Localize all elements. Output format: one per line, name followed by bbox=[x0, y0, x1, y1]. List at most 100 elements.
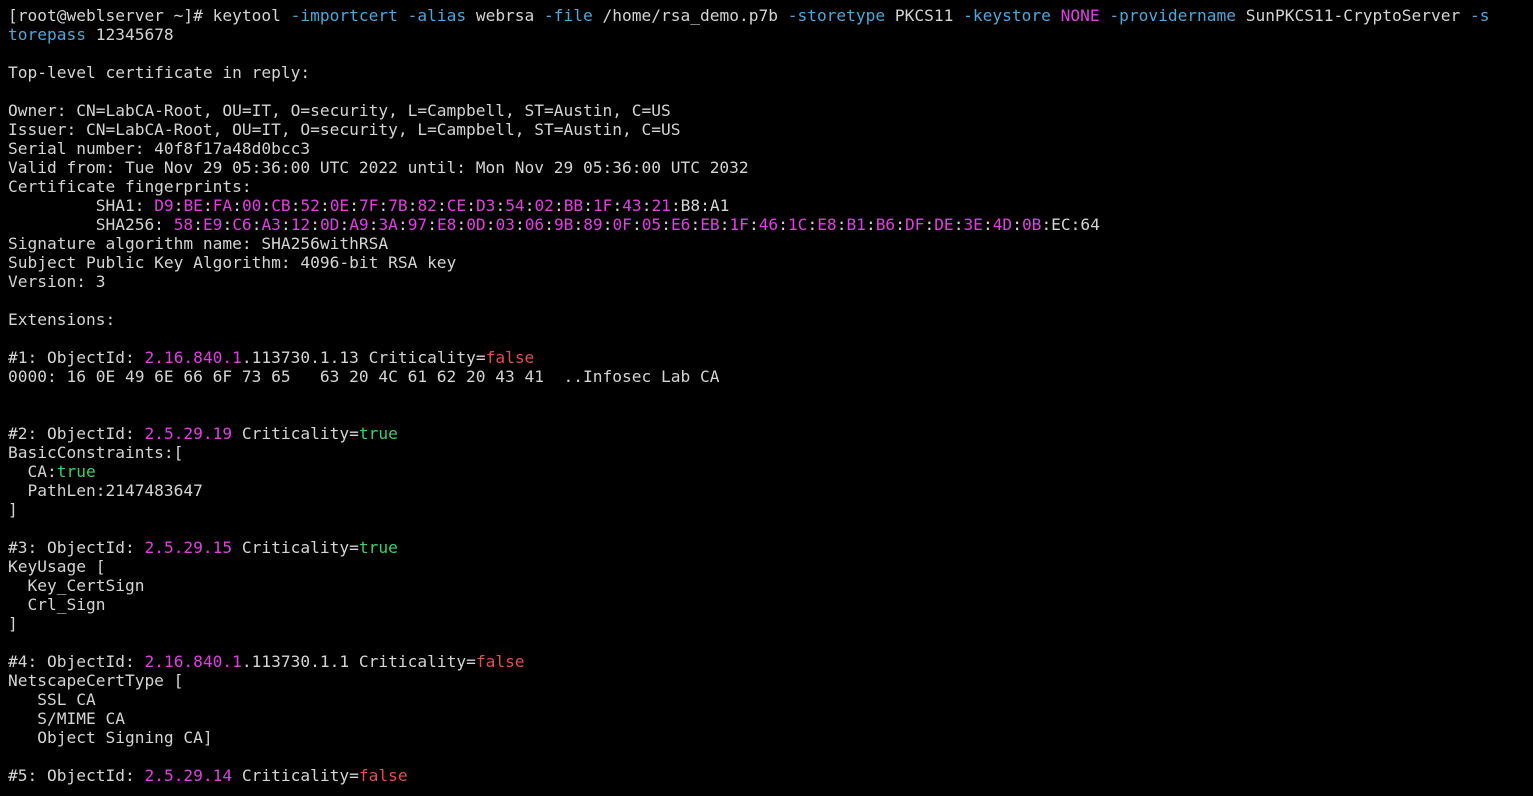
ext2-basic-constraints: BasicConstraints:[ bbox=[8, 443, 184, 462]
signature-algorithm-line: Signature algorithm name: SHA256withRSA bbox=[8, 234, 389, 253]
owner-line: Owner: CN=LabCA-Root, OU=IT, O=security,… bbox=[8, 101, 671, 120]
ext2-ca-line: CA:true bbox=[8, 462, 1533, 481]
sha1-byte: 00 bbox=[241, 196, 262, 215]
sha1-byte: BB bbox=[563, 196, 584, 215]
sha1-separator: : bbox=[261, 196, 272, 215]
ext4-prefix: #4: ObjectId: bbox=[8, 652, 145, 671]
sha256-separator: : bbox=[485, 215, 496, 234]
ext2-ca-value: true bbox=[56, 462, 96, 481]
option-storepass-start: -s bbox=[1469, 6, 1490, 25]
sha256-separator: : bbox=[514, 215, 525, 234]
option-file: -file bbox=[544, 6, 593, 25]
sha256-byte: 9B bbox=[553, 215, 574, 234]
sha1-byte: FA bbox=[212, 196, 233, 215]
sha256-byte: B6 bbox=[875, 215, 896, 234]
ext4-oid: 2.16.840.1 bbox=[144, 652, 242, 671]
terminal-window[interactable]: [root@weblserver ~]# keytool -importcert… bbox=[0, 0, 1533, 796]
sha256-separator: : bbox=[368, 215, 379, 234]
sha256-byte: 0B bbox=[1021, 215, 1042, 234]
ext3-key-usage: KeyUsage [ bbox=[8, 557, 106, 576]
version-line: Version: 3 bbox=[8, 272, 106, 291]
sha256-byte: 0D bbox=[319, 215, 340, 234]
sha256-separator: : bbox=[251, 215, 262, 234]
sha256-fingerprint: 58:E9:C6:A3:12:0D:A9:3A:97:E8:0D:03:06:9… bbox=[174, 215, 1042, 234]
ext5-prefix: #5: ObjectId: bbox=[8, 766, 145, 785]
terminal-scrollbar[interactable] bbox=[1523, 0, 1533, 796]
shell-prompt: [root@weblserver ~]# bbox=[8, 6, 213, 25]
ext3-oid: 2.5.29.15 bbox=[144, 538, 233, 557]
command-line-wrap: torepass 12345678 bbox=[8, 25, 1533, 44]
command-name: keytool bbox=[212, 6, 291, 25]
sha1-line: SHA1: D9:BE:FA:00:CB:52:0E:7F:7B:82:CE:D… bbox=[8, 196, 1533, 215]
ext2-criticality-value: true bbox=[358, 424, 398, 443]
storetype-value: PKCS11 bbox=[885, 6, 964, 25]
sha1-separator: : bbox=[524, 196, 535, 215]
ext2-ca-label: CA: bbox=[8, 462, 57, 481]
sha256-byte: 03 bbox=[495, 215, 515, 234]
sha256-separator: : bbox=[895, 215, 905, 234]
ext4-ssl-ca: SSL CA bbox=[8, 690, 96, 709]
sha256-line: SHA256: 58:E9:C6:A3:12:0D:A9:3A:97:E8:0D… bbox=[8, 215, 1533, 234]
ext1-criticality-label: Criticality= bbox=[358, 348, 486, 367]
ext5-header: #5: ObjectId: 2.5.29.14 Criticality=fals… bbox=[8, 766, 1533, 785]
sha256-separator: : bbox=[339, 215, 350, 234]
option-importcert: -importcert bbox=[290, 6, 398, 25]
sha1-fingerprint: D9:BE:FA:00:CB:52:0E:7F:7B:82:CE:D3:54:0… bbox=[154, 196, 671, 215]
option-alias: -alias bbox=[407, 6, 467, 25]
sha256-separator: : bbox=[544, 215, 554, 234]
ext3-header: #3: ObjectId: 2.5.29.15 Criticality=true bbox=[8, 538, 1533, 557]
ext4-criticality-value: false bbox=[475, 652, 525, 671]
top-level-heading: Top-level certificate in reply: bbox=[8, 63, 311, 82]
sha256-separator: : bbox=[280, 215, 291, 234]
sha1-label: SHA1: bbox=[8, 196, 155, 215]
ext2-prefix: #2: ObjectId: bbox=[8, 424, 145, 443]
ext4-header: #4: ObjectId: 2.16.840.1.113730.1.1 Crit… bbox=[8, 652, 1533, 671]
ext2-close: ] bbox=[8, 500, 18, 519]
sha256-separator: : bbox=[573, 215, 584, 234]
sha256-byte: 46 bbox=[758, 215, 779, 234]
ext4-object-signing-ca: Object Signing CA] bbox=[8, 728, 213, 747]
sha256-byte: 3E bbox=[963, 215, 983, 234]
sha256-separator: : bbox=[778, 215, 788, 234]
sha256-byte: A3 bbox=[261, 215, 281, 234]
sha256-byte: E6 bbox=[670, 215, 691, 234]
sha1-separator: : bbox=[553, 196, 564, 215]
keystore-value: NONE bbox=[1060, 6, 1100, 25]
sha1-separator: : bbox=[495, 196, 506, 215]
sha256-byte: 1F bbox=[729, 215, 749, 234]
sha256-byte: 89 bbox=[583, 215, 603, 234]
sha256-byte: 06 bbox=[524, 215, 545, 234]
sha256-byte: DF bbox=[904, 215, 925, 234]
sha256-separator: : bbox=[222, 215, 233, 234]
sha256-separator: : bbox=[690, 215, 701, 234]
sha256-separator: : bbox=[807, 215, 818, 234]
ext1-header: #1: ObjectId: 2.16.840.1.113730.1.13 Cri… bbox=[8, 348, 1533, 367]
sha1-separator: : bbox=[466, 196, 476, 215]
sha1-separator: : bbox=[202, 196, 213, 215]
file-value: /home/rsa_demo.p7b bbox=[592, 6, 788, 25]
sha256-separator: : bbox=[982, 215, 993, 234]
providername-value: SunPKCS11-CryptoServer bbox=[1236, 6, 1470, 25]
ext5-oid: 2.5.29.14 bbox=[144, 766, 233, 785]
sha256-byte: 4D bbox=[992, 215, 1013, 234]
ext3-prefix: #3: ObjectId: bbox=[8, 538, 145, 557]
sha256-separator: : bbox=[661, 215, 671, 234]
sha256-byte: 0F bbox=[612, 215, 632, 234]
sha256-byte: 97 bbox=[407, 215, 428, 234]
sha1-byte: D3 bbox=[475, 196, 496, 215]
sha256-tail: :EC:64 bbox=[1041, 215, 1100, 234]
public-key-algorithm-line: Subject Public Key Algorithm: 4096-bit R… bbox=[8, 253, 457, 272]
ext4-smime-ca: S/MIME CA bbox=[8, 709, 125, 728]
sha256-separator: : bbox=[924, 215, 935, 234]
sha256-separator: : bbox=[602, 215, 613, 234]
sha1-byte: CE bbox=[446, 196, 467, 215]
extensions-heading: Extensions: bbox=[8, 310, 116, 329]
command-line: [root@weblserver ~]# keytool -importcert… bbox=[8, 6, 1533, 25]
sha256-separator: : bbox=[836, 215, 847, 234]
